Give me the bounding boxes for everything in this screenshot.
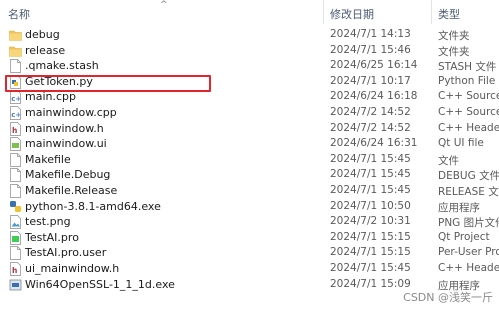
file-type: DEBUG 文件	[438, 170, 499, 183]
folder-icon	[9, 28, 22, 42]
file-date-modified: 2024/7/1 15:45	[330, 168, 411, 181]
column-header-date-modified[interactable]: 修改日期	[330, 6, 374, 22]
file-name: .qmake.stash	[25, 59, 99, 73]
qt-ui-file-icon	[9, 137, 22, 152]
file-type: C++ Header	[438, 262, 499, 274]
column-header-type[interactable]: 类型	[438, 6, 460, 22]
file-row[interactable]: test.png 2024/7/2 10:31 PNG 图片文件	[0, 214, 499, 230]
file-name: ui_mainwindow.h	[25, 262, 120, 275]
svg-text:h: h	[12, 126, 17, 135]
file-date-modified: 2024/7/2 10:31	[330, 215, 411, 228]
file-date-modified: 2024/6/24 16:18	[330, 90, 418, 103]
file-type: 文件夹	[438, 30, 470, 42]
svg-text:h: h	[12, 266, 17, 275]
file-row[interactable]: Makefile.Release 2024/7/1 15:45 RELEASE 文件	[0, 183, 499, 199]
file-row[interactable]: c+ mainwindow.cpp 2024/7/2 14:52 C++ Source	[0, 105, 499, 121]
file-name: python-3.8.1-amd64.exe	[25, 199, 161, 213]
cpp-source-icon: c+	[9, 106, 22, 120]
file-name: test.png	[25, 215, 71, 229]
file-row[interactable]: .qmake.stash 2024/6/25 16:14 STASH 文件	[0, 58, 499, 74]
file-date-modified: 2024/6/24 16:31	[330, 137, 418, 150]
file-name: release	[25, 43, 66, 57]
file-icon	[9, 168, 22, 183]
file-date-modified: 2024/7/1 14:13	[330, 28, 411, 40]
file-icon	[9, 184, 22, 198]
file-icon	[9, 59, 22, 74]
file-row[interactable]: Makefile 2024/7/1 15:45 文件	[0, 152, 499, 168]
file-date-modified: 2024/7/1 15:09	[330, 277, 411, 290]
column-divider[interactable]	[323, 0, 324, 24]
file-type: Qt UI file	[438, 137, 484, 150]
file-row[interactable]: TestAI.pro.user 2024/7/1 15:15 Per-User Pr…	[0, 245, 499, 261]
file-row[interactable]: python-3.8.1-amd64.exe 2024/7/1 10:50 应用程序	[0, 199, 499, 215]
file-row[interactable]: h ui_mainwindow.h 2024/7/1 15:45 C++ Header	[0, 261, 499, 277]
file-type: Python File	[438, 74, 496, 87]
file-date-modified: 2024/7/1 15:46	[330, 43, 411, 56]
file-name: mainwindow.h	[25, 121, 104, 135]
file-date-modified: 2024/7/1 15:15	[330, 230, 411, 243]
file-type: PNG 图片文件	[438, 217, 499, 230]
column-divider[interactable]	[431, 0, 432, 24]
file-type: 文件夹	[438, 45, 470, 58]
file-icon	[9, 152, 22, 167]
file-row[interactable]: Makefile.Debug 2024/7/1 15:45 DEBUG 文件	[0, 167, 499, 183]
file-date-modified: 2024/7/2 14:52	[330, 106, 411, 118]
file-row[interactable]: release 2024/7/1 15:46 文件夹	[0, 43, 499, 59]
file-name: debug	[25, 28, 60, 41]
file-type: Per-User Pro	[438, 246, 499, 259]
column-header-bar: 名称 ^ 修改日期 类型	[0, 0, 499, 24]
file-date-modified: 2024/7/1 15:45	[330, 152, 411, 165]
column-header-name[interactable]: 名称	[8, 6, 30, 22]
watermark: CSDN @浅笑一斤	[403, 291, 493, 304]
file-name: mainwindow.ui	[25, 137, 107, 151]
cpp-header-icon: h	[9, 262, 22, 276]
file-date-modified: 2024/7/1 15:45	[330, 262, 411, 274]
file-date-modified: 2024/7/1 10:50	[330, 199, 411, 212]
file-date-modified: 2024/6/25 16:14	[330, 59, 418, 72]
file-name: Makefile.Debug	[25, 168, 111, 182]
file-date-modified: 2024/7/2 14:52	[330, 121, 411, 134]
file-type: 文件	[438, 154, 459, 167]
svg-text:c+: c+	[11, 111, 21, 119]
file-type: STASH 文件	[438, 61, 497, 74]
file-type: C++ Source	[438, 106, 499, 118]
file-row[interactable]: TestAI.pro 2024/7/1 15:15 Qt Project	[0, 230, 499, 246]
file-type: 应用程序	[438, 201, 480, 214]
image-file-icon	[9, 215, 22, 230]
highlight-box	[5, 75, 211, 92]
cpp-header-icon: h	[9, 121, 22, 136]
file-row[interactable]: h mainwindow.h 2024/7/2 14:52 C++ Header	[0, 121, 499, 137]
python-installer-icon	[9, 200, 22, 214]
svg-text:c+: c+	[11, 95, 21, 103]
file-name: Win64OpenSSL-1_1_1d.exe	[25, 277, 175, 291]
file-date-modified: 2024/7/1 15:15	[330, 246, 411, 259]
file-name: mainwindow.cpp	[25, 106, 117, 119]
file-name: Makefile.Release	[25, 184, 118, 197]
file-date-modified: 2024/7/1 10:17	[330, 74, 411, 87]
file-name: TestAI.pro	[25, 230, 79, 244]
folder-icon	[9, 44, 22, 58]
file-icon	[9, 246, 22, 261]
file-name: main.cpp	[25, 90, 76, 104]
qt-project-icon	[9, 230, 22, 245]
file-type: RELEASE 文件	[438, 186, 499, 198]
file-name: Makefile	[25, 152, 71, 166]
file-type: C++ Header	[438, 121, 499, 134]
file-row[interactable]: mainwindow.ui 2024/6/24 16:31 Qt UI file	[0, 136, 499, 152]
file-row[interactable]: debug 2024/7/1 14:13 文件夹	[0, 27, 499, 43]
file-type: C++ Source	[438, 90, 499, 103]
sort-ascending-icon[interactable]: ^	[160, 0, 168, 10]
cpp-source-icon: c+	[9, 90, 22, 105]
installer-icon	[9, 278, 22, 292]
file-type: Qt Project	[438, 230, 490, 243]
file-name: TestAI.pro.user	[25, 246, 107, 260]
file-date-modified: 2024/7/1 15:45	[330, 184, 411, 196]
